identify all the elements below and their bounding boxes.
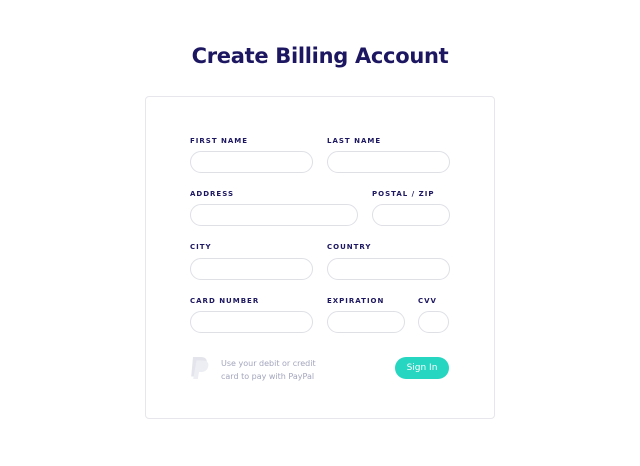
- country-label: COUNTRY: [327, 243, 372, 251]
- postal-zip-label: POSTAL / ZIP: [372, 190, 435, 198]
- postal-zip-field[interactable]: [372, 204, 450, 226]
- first-name-field[interactable]: [190, 151, 313, 173]
- last-name-label: LAST NAME: [327, 137, 382, 145]
- last-name-field[interactable]: [327, 151, 450, 173]
- first-name-label: FIRST NAME: [190, 137, 249, 145]
- card-number-label: CARD NUMBER: [190, 297, 260, 305]
- city-label: CITY: [190, 243, 212, 251]
- city-field[interactable]: [190, 258, 313, 280]
- address-field[interactable]: [190, 204, 358, 226]
- expiration-field[interactable]: [327, 311, 405, 333]
- cvv-label: CVV: [418, 297, 437, 305]
- paypal-note-line-2: card to pay with PayPal: [221, 372, 315, 381]
- paypal-note-line-1: Use your debit or credit: [221, 359, 316, 368]
- cvv-field[interactable]: [418, 311, 449, 333]
- address-label: ADDRESS: [190, 190, 234, 198]
- expiration-label: EXPIRATION: [327, 297, 385, 305]
- page-title: Create Billing Account: [191, 44, 449, 68]
- paypal-icon: [191, 357, 209, 379]
- card-number-field[interactable]: [190, 311, 313, 333]
- country-field[interactable]: [327, 258, 450, 280]
- paypal-note: Use your debit or credit card to pay wit…: [221, 357, 331, 383]
- sign-in-button[interactable]: Sign In: [395, 357, 449, 379]
